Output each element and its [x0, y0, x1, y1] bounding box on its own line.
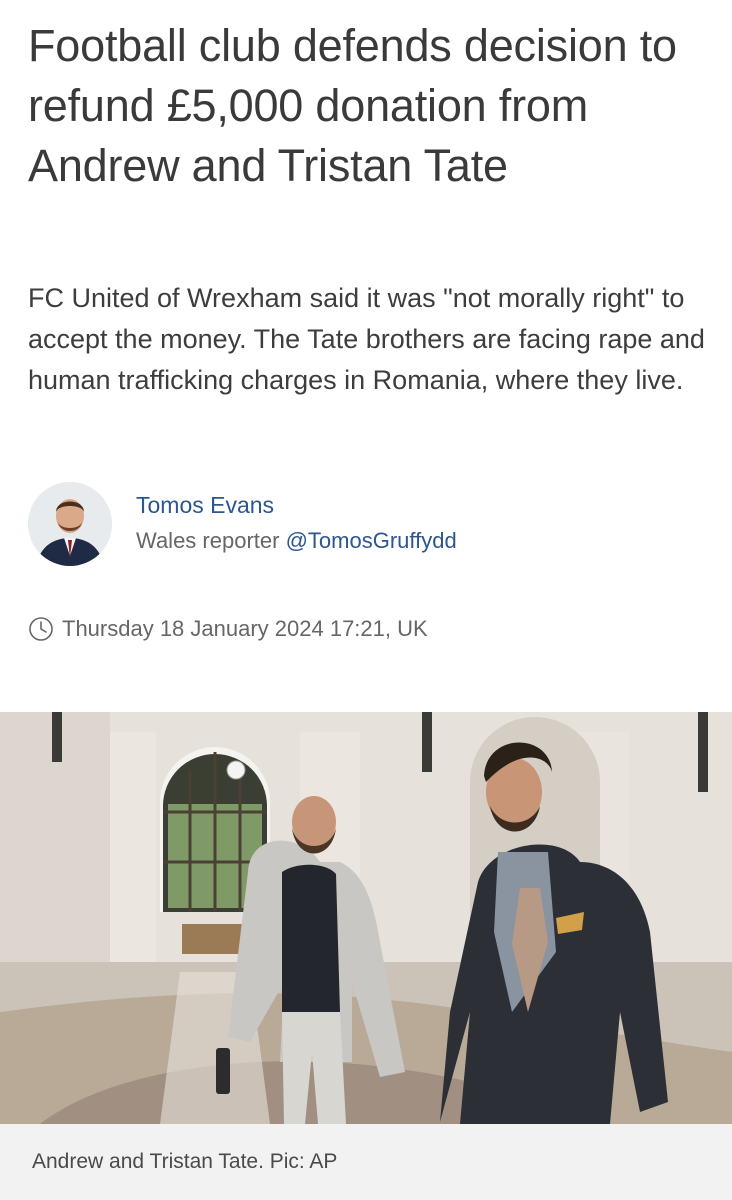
author-name-link[interactable]: Tomos Evans: [136, 492, 274, 519]
author-role: Wales reporter @TomosGruffydd: [136, 528, 457, 554]
author-role-label: Wales reporter: [136, 528, 280, 553]
byline: Tomos Evans Wales reporter @TomosGruffyd…: [28, 482, 708, 572]
article-standfirst: FC United of Wrexham said it was "not mo…: [28, 283, 705, 395]
hero-photo-illustration: [0, 712, 732, 1124]
article-headline: Football club defends decision to refund…: [28, 20, 677, 191]
image-caption: Andrew and Tristan Tate. Pic: AP: [32, 1150, 338, 1173]
publish-datetime: Thursday 18 January 2024 17:21, UK: [62, 616, 428, 641]
image-caption-bar: Andrew and Tristan Tate. Pic: AP: [0, 1124, 732, 1200]
publish-date: Thursday 18 January 2024 17:21, UK: [28, 612, 428, 646]
avatar[interactable]: [28, 482, 112, 566]
article-hero-image[interactable]: [0, 712, 732, 1124]
clock-icon: [29, 617, 53, 641]
author-twitter-link[interactable]: @TomosGruffydd: [286, 528, 457, 553]
author-photo: [28, 482, 112, 566]
